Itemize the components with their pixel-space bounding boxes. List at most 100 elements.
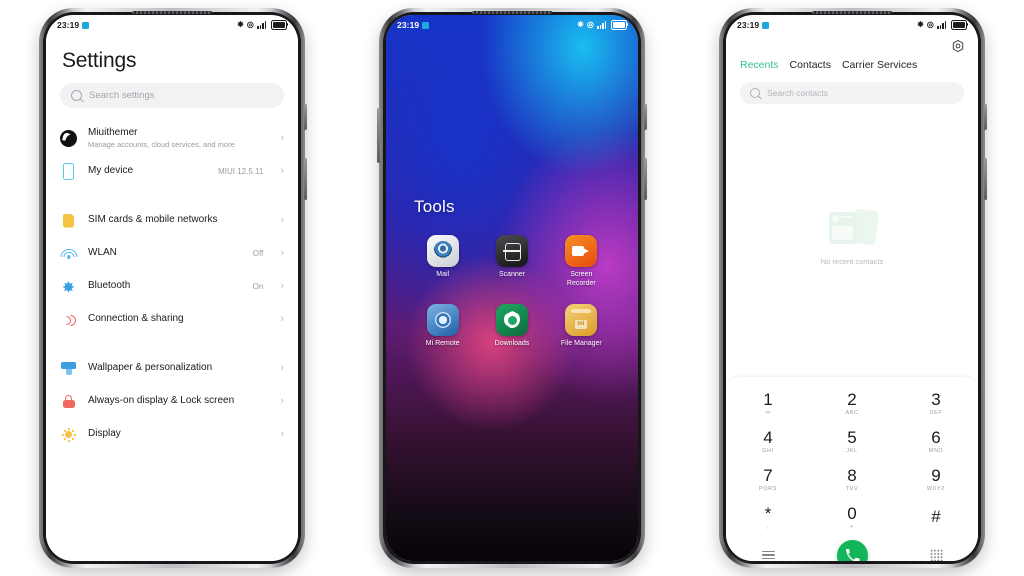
key-letters: + (850, 523, 854, 530)
row-label: SIM cards & mobile networks (88, 214, 218, 226)
call-button-circle (836, 539, 868, 561)
status-bar-right: ✸ ◎ (577, 20, 629, 30)
chevron-right-icon: › (280, 132, 284, 144)
home-screen: 23:19 ✸ ◎ Tools Mail Scanner Screen Reco… (386, 15, 638, 561)
app-label: Mail (436, 271, 450, 278)
search-contacts-input[interactable]: Search contacts (740, 82, 964, 104)
key-digit: 8 (847, 465, 857, 485)
key-digit: 6 (931, 427, 941, 447)
phone-handset-icon (845, 548, 860, 561)
status-bar-left: 23:19 (57, 20, 90, 30)
chevron-right-icon: › (280, 280, 284, 292)
app-item-scanner[interactable]: Scanner (477, 235, 546, 288)
dialpad-actions (726, 535, 978, 561)
earpiece-speaker (132, 11, 212, 14)
search-settings-input[interactable]: Search settings (60, 83, 284, 108)
settings-row-wlan[interactable]: WLAN Off › (46, 237, 298, 270)
battery-icon (611, 20, 629, 30)
settings-row-wallpaper[interactable]: Wallpaper & personalization › (46, 352, 298, 385)
key-letters: WXYZ (926, 485, 946, 492)
tab-recents[interactable]: Recents (740, 59, 779, 71)
key-letters: GHI (762, 447, 774, 454)
key-digit: 7 (763, 465, 773, 485)
status-bar-left: 23:19 (737, 20, 770, 30)
app-label: Scanner (498, 271, 526, 278)
key-letters: PQRS (759, 485, 777, 492)
row-label: Bluetooth (88, 280, 131, 292)
dialpad-key-2[interactable]: 2 ABC (810, 387, 894, 419)
chevron-right-icon: › (280, 395, 284, 407)
settings-row-bluetooth[interactable]: ✸ Bluetooth On › (46, 270, 298, 303)
phone-screen-dialer: 23:19 ✸ ◎ Recents Contacts Carrier Servi… (726, 15, 978, 561)
power-button[interactable] (644, 158, 647, 200)
notification-badge-icon (422, 21, 430, 29)
dialpad-key-0[interactable]: 0 + (810, 501, 894, 533)
status-bar: 23:19 ✸ ◎ (46, 15, 298, 35)
row-label: WLAN (88, 247, 117, 259)
dialpad-key-4[interactable]: 4 GHI (726, 425, 810, 457)
row-text: Wallpaper & personalization (88, 362, 269, 375)
dialpad-key-6[interactable]: 6 MNO (894, 425, 978, 457)
dialpad-key-7[interactable]: 7 PQRS (726, 463, 810, 495)
list-divider (46, 336, 298, 352)
settings-row-lock-screen[interactable]: Always-on display & Lock screen › (46, 385, 298, 418)
settings-row-connection-sharing[interactable]: Connection & sharing › (46, 303, 298, 336)
settings-row-my-device[interactable]: My device MIUI 12.5.11 › (46, 155, 298, 188)
volume-button[interactable] (984, 104, 987, 130)
volume-button[interactable] (304, 104, 307, 130)
dialpad-key-9[interactable]: 9 WXYZ (894, 463, 978, 495)
key-letters: MNO (928, 447, 944, 454)
power-button[interactable] (984, 158, 987, 200)
account-avatar-icon (60, 130, 77, 147)
app-item-mi-remote[interactable]: Mi Remote (408, 304, 477, 349)
chevron-right-icon: › (280, 247, 284, 259)
battery-icon (951, 20, 969, 30)
signal-bars-icon (937, 21, 948, 29)
key-letters: ∞ (765, 409, 771, 416)
search-icon (750, 88, 760, 98)
app-label: File Manager (560, 340, 602, 347)
row-label: Display (88, 428, 121, 440)
settings-row-account[interactable]: Miuithemer Manage accounts, cloud servic… (46, 122, 298, 155)
app-item-file-manager[interactable]: mi File Manager (547, 304, 616, 349)
app-item-mail[interactable]: Mail (408, 235, 477, 288)
brightness-icon (60, 426, 77, 443)
power-button[interactable] (304, 158, 307, 200)
app-label: Screen Recorder (566, 271, 596, 287)
volume-button[interactable] (644, 104, 647, 130)
no-contacts-illustration (825, 207, 880, 250)
dialpad-key-star[interactable]: * , (726, 501, 810, 533)
phone-device-dialer: 23:19 ✸ ◎ Recents Contacts Carrier Servi… (719, 8, 987, 568)
alarm-status-icon: ◎ (586, 20, 594, 29)
app-item-downloads[interactable]: Downloads (477, 304, 546, 349)
chevron-right-icon: › (280, 214, 284, 226)
signal-bars-icon (257, 21, 268, 29)
connection-sharing-icon (60, 311, 79, 328)
battery-icon (271, 20, 289, 30)
wifi-icon (60, 245, 77, 262)
dialpad-key-3[interactable]: 3 DEF (894, 387, 978, 419)
row-text: Miuithemer Manage accounts, cloud servic… (88, 127, 269, 151)
row-text: Display (88, 428, 269, 441)
settings-row-sim-cards[interactable]: SIM cards & mobile networks › (46, 204, 298, 237)
settings-row-display[interactable]: Display › (46, 418, 298, 451)
app-item-screen-recorder[interactable]: Screen Recorder (547, 235, 616, 288)
alarm-status-icon: ◎ (926, 20, 934, 29)
settings-app: Settings Search settings Miuithemer Mana… (46, 35, 298, 561)
app-label: Downloads (494, 340, 530, 347)
app-grid: Mail Scanner Screen Recorder Mi Remote D… (386, 235, 638, 349)
dialpad-key-1[interactable]: 1 ∞ (726, 387, 810, 419)
dialpad-key-5[interactable]: 5 JKL (810, 425, 894, 457)
status-bar-right: ✸ ◎ (237, 20, 289, 30)
row-sublabel: Manage accounts, cloud services, and mor… (88, 140, 235, 150)
tab-contacts[interactable]: Contacts (790, 59, 831, 71)
key-digit: 0 (847, 503, 857, 523)
call-button[interactable] (810, 539, 894, 561)
bluetooth-status-icon: ✸ (237, 20, 244, 29)
bluetooth-status-icon: ✸ (577, 20, 584, 29)
dialpad-key-8[interactable]: 8 TUV (810, 463, 894, 495)
dialpad-key-hash[interactable]: # (894, 501, 978, 533)
tab-carrier-services[interactable]: Carrier Services (842, 59, 917, 71)
row-text: Connection & sharing (88, 313, 269, 326)
gear-icon[interactable] (951, 39, 965, 53)
